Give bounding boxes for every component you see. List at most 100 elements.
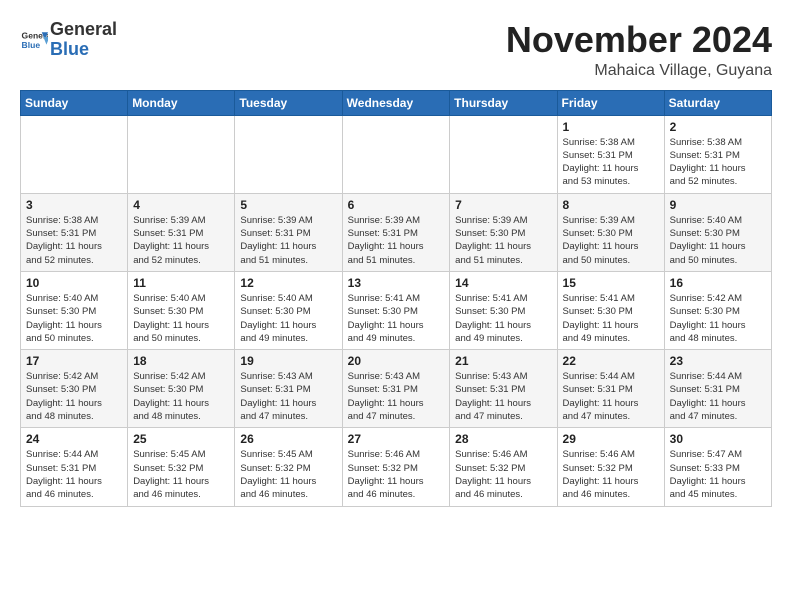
day-info: Sunrise: 5:40 AM Sunset: 5:30 PM Dayligh… (670, 214, 766, 267)
calendar-week-5: 24 Sunrise: 5:44 AM Sunset: 5:31 PM Dayli… (21, 428, 772, 506)
logo-text: General Blue (50, 20, 117, 60)
calendar-cell: 28 Sunrise: 5:46 AM Sunset: 5:32 PM Dayli… (450, 428, 557, 506)
day-number: 21 (455, 354, 551, 368)
calendar-cell: 15 Sunrise: 5:41 AM Sunset: 5:30 PM Dayli… (557, 271, 664, 349)
calendar-header-sunday: Sunday (21, 90, 128, 115)
day-info: Sunrise: 5:44 AM Sunset: 5:31 PM Dayligh… (26, 448, 122, 501)
day-info: Sunrise: 5:40 AM Sunset: 5:30 PM Dayligh… (133, 292, 229, 345)
day-info: Sunrise: 5:46 AM Sunset: 5:32 PM Dayligh… (455, 448, 551, 501)
calendar-cell: 21 Sunrise: 5:43 AM Sunset: 5:31 PM Dayli… (450, 350, 557, 428)
svg-text:Blue: Blue (22, 40, 41, 50)
day-number: 25 (133, 432, 229, 446)
day-info: Sunrise: 5:39 AM Sunset: 5:30 PM Dayligh… (455, 214, 551, 267)
day-number: 28 (455, 432, 551, 446)
calendar-cell: 26 Sunrise: 5:45 AM Sunset: 5:32 PM Dayli… (235, 428, 342, 506)
calendar-cell: 27 Sunrise: 5:46 AM Sunset: 5:32 PM Dayli… (342, 428, 450, 506)
day-number: 11 (133, 276, 229, 290)
day-number: 22 (563, 354, 659, 368)
location-title: Mahaica Village, Guyana (506, 62, 772, 80)
day-number: 8 (563, 198, 659, 212)
day-info: Sunrise: 5:43 AM Sunset: 5:31 PM Dayligh… (455, 370, 551, 423)
day-info: Sunrise: 5:44 AM Sunset: 5:31 PM Dayligh… (563, 370, 659, 423)
calendar-header-thursday: Thursday (450, 90, 557, 115)
calendar-header-friday: Friday (557, 90, 664, 115)
calendar-cell: 17Sunrise: 5:42 AM Sunset: 5:30 PM Dayli… (21, 350, 128, 428)
calendar-cell: 10Sunrise: 5:40 AM Sunset: 5:30 PM Dayli… (21, 271, 128, 349)
day-info: Sunrise: 5:40 AM Sunset: 5:30 PM Dayligh… (240, 292, 336, 345)
logo-general: General (50, 19, 117, 39)
day-number: 12 (240, 276, 336, 290)
logo: General Blue General Blue (20, 20, 117, 60)
day-info: Sunrise: 5:41 AM Sunset: 5:30 PM Dayligh… (348, 292, 445, 345)
calendar-cell: 29 Sunrise: 5:46 AM Sunset: 5:32 PM Dayli… (557, 428, 664, 506)
day-number: 17 (26, 354, 122, 368)
day-number: 2 (670, 120, 766, 134)
day-number: 27 (348, 432, 445, 446)
day-number: 19 (240, 354, 336, 368)
day-info: Sunrise: 5:42 AM Sunset: 5:30 PM Dayligh… (670, 292, 766, 345)
calendar-cell: 7 Sunrise: 5:39 AM Sunset: 5:30 PM Daylig… (450, 193, 557, 271)
calendar-cell: 6Sunrise: 5:39 AM Sunset: 5:31 PM Daylig… (342, 193, 450, 271)
calendar-header-row: SundayMondayTuesdayWednesdayThursdayFrid… (21, 90, 772, 115)
day-info: Sunrise: 5:46 AM Sunset: 5:32 PM Dayligh… (563, 448, 659, 501)
title-block: November 2024 Mahaica Village, Guyana (506, 20, 772, 80)
day-info: Sunrise: 5:38 AM Sunset: 5:31 PM Dayligh… (26, 214, 122, 267)
calendar-cell: 18 Sunrise: 5:42 AM Sunset: 5:30 PM Dayli… (128, 350, 235, 428)
day-number: 15 (563, 276, 659, 290)
day-info: Sunrise: 5:38 AM Sunset: 5:31 PM Dayligh… (670, 136, 766, 189)
day-number: 24 (26, 432, 122, 446)
day-number: 18 (133, 354, 229, 368)
calendar-cell (342, 115, 450, 193)
calendar-cell: 9 Sunrise: 5:40 AM Sunset: 5:30 PM Daylig… (664, 193, 771, 271)
day-info: Sunrise: 5:39 AM Sunset: 5:30 PM Dayligh… (563, 214, 659, 267)
day-number: 4 (133, 198, 229, 212)
calendar-week-4: 17 Sunrise: 5:42 AM Sunset: 5:30 PM Dayli… (21, 350, 772, 428)
day-number: 30 (670, 432, 766, 446)
day-number: 29 (563, 432, 659, 446)
calendar-cell: 12 Sunrise: 5:40 AM Sunset: 5:30 PM Dayli… (235, 271, 342, 349)
calendar-cell: 22 Sunrise: 5:44 AM Sunset: 5:31 PM Dayli… (557, 350, 664, 428)
calendar-cell: 24 Sunrise: 5:44 AM Sunset: 5:31 PM Dayli… (21, 428, 128, 506)
day-number: 6 (348, 198, 445, 212)
calendar-cell: 25 Sunrise: 5:45 AM Sunset: 5:32 PM Dayli… (128, 428, 235, 506)
calendar-cell: 8 Sunrise: 5:39 AM Sunset: 5:30 PM Daylig… (557, 193, 664, 271)
calendar-week-2: 3Sunrise: 5:38 AM Sunset: 5:31 PM Daylig… (21, 193, 772, 271)
calendar-header-monday: Monday (128, 90, 235, 115)
logo-blue: Blue (50, 39, 89, 59)
day-info: Sunrise: 5:47 AM Sunset: 5:33 PM Dayligh… (670, 448, 766, 501)
calendar-cell: 20 Sunrise: 5:43 AM Sunset: 5:31 PM Dayli… (342, 350, 450, 428)
month-title: November 2024 (506, 20, 772, 60)
calendar-cell (128, 115, 235, 193)
day-info: Sunrise: 5:42 AM Sunset: 5:30 PM Dayligh… (133, 370, 229, 423)
day-info: Sunrise: 5:41 AM Sunset: 5:30 PM Dayligh… (563, 292, 659, 345)
day-info: Sunrise: 5:45 AM Sunset: 5:32 PM Dayligh… (240, 448, 336, 501)
day-number: 7 (455, 198, 551, 212)
calendar-header-tuesday: Tuesday (235, 90, 342, 115)
calendar-cell: 4Sunrise: 5:39 AM Sunset: 5:31 PM Daylig… (128, 193, 235, 271)
calendar-header-wednesday: Wednesday (342, 90, 450, 115)
day-number: 14 (455, 276, 551, 290)
calendar-cell: 11 Sunrise: 5:40 AM Sunset: 5:30 PM Dayli… (128, 271, 235, 349)
day-info: Sunrise: 5:39 AM Sunset: 5:31 PM Dayligh… (240, 214, 336, 267)
day-number: 26 (240, 432, 336, 446)
calendar-cell (235, 115, 342, 193)
calendar-cell: 30 Sunrise: 5:47 AM Sunset: 5:33 PM Dayli… (664, 428, 771, 506)
day-number: 16 (670, 276, 766, 290)
calendar-week-3: 10Sunrise: 5:40 AM Sunset: 5:30 PM Dayli… (21, 271, 772, 349)
day-info: Sunrise: 5:45 AM Sunset: 5:32 PM Dayligh… (133, 448, 229, 501)
calendar-cell (21, 115, 128, 193)
calendar-cell: 2 Sunrise: 5:38 AM Sunset: 5:31 PM Daylig… (664, 115, 771, 193)
calendar-cell: 23Sunrise: 5:44 AM Sunset: 5:31 PM Dayli… (664, 350, 771, 428)
day-info: Sunrise: 5:43 AM Sunset: 5:31 PM Dayligh… (348, 370, 445, 423)
logo-icon: General Blue (20, 26, 48, 54)
day-info: Sunrise: 5:44 AM Sunset: 5:31 PM Dayligh… (670, 370, 766, 423)
day-number: 9 (670, 198, 766, 212)
day-info: Sunrise: 5:41 AM Sunset: 5:30 PM Dayligh… (455, 292, 551, 345)
calendar-week-1: 1 Sunrise: 5:38 AM Sunset: 5:31 PM Daylig… (21, 115, 772, 193)
calendar: SundayMondayTuesdayWednesdayThursdayFrid… (20, 90, 772, 507)
day-number: 20 (348, 354, 445, 368)
day-number: 1 (563, 120, 659, 134)
day-info: Sunrise: 5:43 AM Sunset: 5:31 PM Dayligh… (240, 370, 336, 423)
day-info: Sunrise: 5:46 AM Sunset: 5:32 PM Dayligh… (348, 448, 445, 501)
header: General Blue General Blue November 2024 … (20, 20, 772, 80)
